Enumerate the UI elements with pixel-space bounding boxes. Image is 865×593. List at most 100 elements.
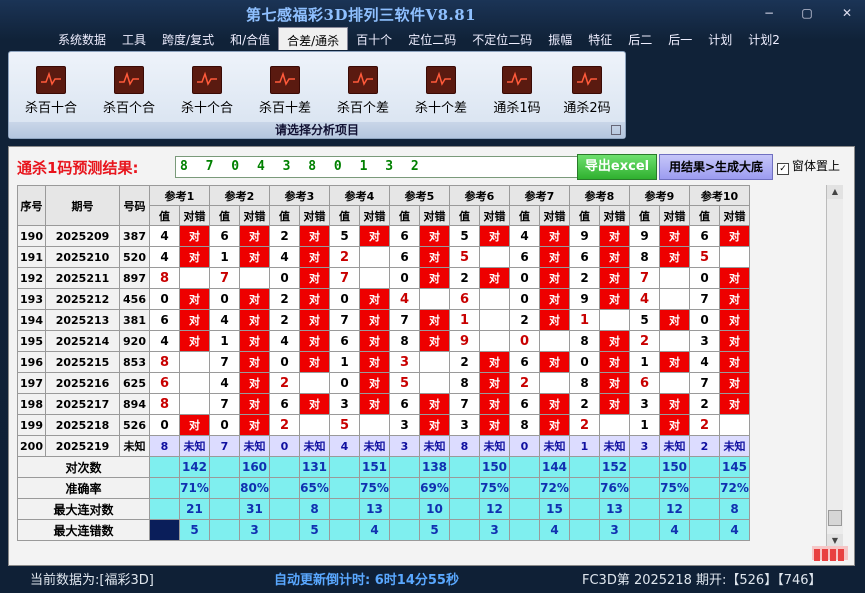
ribbon-button-label: 通杀2码	[563, 101, 611, 116]
ribbon-button-7[interactable]: 通杀2码	[551, 66, 623, 116]
menu-item-11[interactable]: 后一	[660, 27, 700, 49]
header-value: 值	[269, 205, 300, 226]
menu-item-5[interactable]: 百十个	[348, 27, 400, 49]
ref-value: 0	[509, 330, 540, 352]
ref-value: 4	[509, 225, 540, 247]
header-result: 对错	[659, 205, 690, 226]
header-ref-8[interactable]: 参考8	[569, 185, 630, 206]
header-ref-4[interactable]: 参考4	[329, 185, 390, 206]
hit-cell: 对	[539, 351, 570, 373]
ribbon-button-6[interactable]: 通杀1码	[481, 66, 553, 116]
hit-cell: 对	[179, 414, 210, 436]
table-row[interactable]: 197 2025216 625 6 4 对 2 0 对 5 8 对 2 8 对 6 7 对	[17, 372, 750, 394]
vertical-scrollbar[interactable]: ▲ ▼	[826, 185, 843, 548]
stats-value: 131	[299, 456, 330, 478]
table-row[interactable]: 196 2025215 853 8 7 对 0 对 1 对 3 2 对 6 对 0 对 1 对 4 对	[17, 351, 750, 373]
row-number: 897	[119, 267, 150, 289]
hit-cell: 对	[719, 225, 750, 247]
ref-value: 2	[629, 330, 660, 352]
header-value: 值	[149, 205, 180, 226]
hit-cell: 对	[359, 309, 390, 331]
menu-item-12[interactable]: 计划	[700, 27, 740, 49]
row-period: 2025216	[45, 372, 120, 394]
pending-cell: 未知	[599, 435, 630, 457]
table-row[interactable]: 193 2025212 456 0 对 0 对 2 对 0 对 4 6 0 对 9 对 4 7 对	[17, 288, 750, 310]
scroll-up-icon[interactable]: ▲	[827, 185, 843, 199]
header-ref-10[interactable]: 参考10	[689, 185, 750, 206]
menu-item-10[interactable]: 后二	[620, 27, 660, 49]
table-row[interactable]: 195 2025214 920 4 对 1 对 4 对 6 对 8 对 9 0 8 对 2 3 对	[17, 330, 750, 352]
generate-base-button[interactable]: 用结果>生成大底	[659, 154, 773, 180]
header-ref-9[interactable]: 参考9	[629, 185, 690, 206]
stats-row: 最大连对数 21 31 8 13 10 12 15 13 12 8	[17, 498, 750, 520]
ribbon-launcher-icon[interactable]	[611, 125, 621, 135]
menu-item-8[interactable]: 振幅	[540, 27, 580, 49]
maximize-icon[interactable]: ▢	[798, 6, 816, 20]
hit-cell: 对	[719, 288, 750, 310]
ribbon-button-2[interactable]: 杀十个合	[171, 66, 243, 116]
ref-value: 1	[629, 351, 660, 373]
stats-value: 5	[179, 519, 210, 541]
stats-value: 145	[719, 456, 750, 478]
ref-value: 0	[329, 288, 360, 310]
table-row[interactable]: 191 2025210 520 4 对 1 对 4 对 2 6 对 5 6 对 6 对 8 对 5	[17, 246, 750, 268]
table-row[interactable]: 194 2025213 381 6 对 4 对 2 对 7 对 7 对 1 2 对 1 5 对 0 对	[17, 309, 750, 331]
menu-item-13[interactable]: 计划2	[740, 27, 788, 49]
stats-spacer	[449, 477, 480, 499]
header-ref-5[interactable]: 参考5	[389, 185, 450, 206]
table-row[interactable]: 198 2025217 894 8 7 对 6 对 3 对 6 对 7 对 6 对 2 对 3 对 2 对	[17, 393, 750, 415]
ribbon-button-0[interactable]: 杀百十合	[15, 66, 87, 116]
table-row[interactable]: 192 2025211 897 8 7 0 对 7 0 对 2 对 0 对 2 对 7 0 对	[17, 267, 750, 289]
stats-value: 142	[179, 456, 210, 478]
table-row[interactable]: 199 2025218 526 0 对 0 对 2 5 3 对 3 对 8 对 2 1 对 2	[17, 414, 750, 436]
menu-item-4[interactable]: 合差/通杀	[278, 27, 349, 50]
menu-item-1[interactable]: 工具	[114, 27, 154, 49]
menu-item-0[interactable]: 系统数据	[50, 27, 114, 49]
stats-value: 4	[719, 519, 750, 541]
header-ref-2[interactable]: 参考2	[209, 185, 270, 206]
hit-cell: 对	[599, 330, 630, 352]
ribbon-button-4[interactable]: 杀百个差	[327, 66, 399, 116]
table-row-pending[interactable]: 200 2025219 未知 8 未知 7 未知 0 未知 4 未知 3 未知 8 未知 0 未知 1 未知 3 未知 2…	[17, 435, 750, 457]
hit-cell: 对	[359, 225, 390, 247]
header-ref-6[interactable]: 参考6	[449, 185, 510, 206]
ribbon-button-5[interactable]: 杀十个差	[405, 66, 477, 116]
miss-cell	[479, 309, 510, 331]
hit-cell: 对	[539, 414, 570, 436]
stats-spacer	[509, 498, 540, 520]
menu-item-6[interactable]: 定位二码	[400, 27, 464, 49]
ref-value: 4	[329, 435, 360, 457]
chart-icon	[426, 66, 456, 94]
miss-cell	[719, 246, 750, 268]
menu-item-7[interactable]: 不定位二码	[464, 27, 540, 49]
row-number: 853	[119, 351, 150, 373]
stats-value: 5	[299, 519, 330, 541]
row-period: 2025213	[45, 309, 120, 331]
stats-value: 13	[599, 498, 630, 520]
header-ref-7[interactable]: 参考7	[509, 185, 570, 206]
scrollbar-thumb[interactable]	[828, 510, 842, 526]
row-number: 894	[119, 393, 150, 415]
topmost-checkbox[interactable]: ✓ 窗体置上	[777, 157, 840, 175]
ribbon-button-label: 杀十个合	[180, 101, 233, 116]
row-seq: 197	[17, 372, 46, 394]
header-ref-1[interactable]: 参考1	[149, 185, 210, 206]
ref-value: 8	[569, 372, 600, 394]
menu-item-9[interactable]: 特征	[580, 27, 620, 49]
menu-item-2[interactable]: 跨度/复式	[154, 27, 222, 49]
prediction-field[interactable]: 8 7 0 4 3 8 0 1 3 2	[175, 156, 580, 178]
stats-spacer	[449, 498, 480, 520]
ribbon-button-1[interactable]: 杀百个合	[93, 66, 165, 116]
hit-cell: 对	[299, 330, 330, 352]
export-excel-button[interactable]: 导出excel	[577, 154, 657, 180]
ref-value: 4	[689, 351, 720, 373]
ribbon-button-3[interactable]: 杀百十差	[249, 66, 321, 116]
header-seq: 序号	[17, 185, 46, 226]
table-row[interactable]: 190 2025209 387 4 对 6 对 2 对 5 对 6 对 5 对 4 对 9 对 9 对 6 对	[17, 225, 750, 247]
menu-item-3[interactable]: 和/合值	[222, 27, 278, 49]
miss-cell	[539, 372, 570, 394]
close-icon[interactable]: ✕	[838, 6, 856, 20]
minimize-icon[interactable]: −	[760, 6, 778, 20]
header-ref-3[interactable]: 参考3	[269, 185, 330, 206]
stats-value: 80%	[239, 477, 270, 499]
